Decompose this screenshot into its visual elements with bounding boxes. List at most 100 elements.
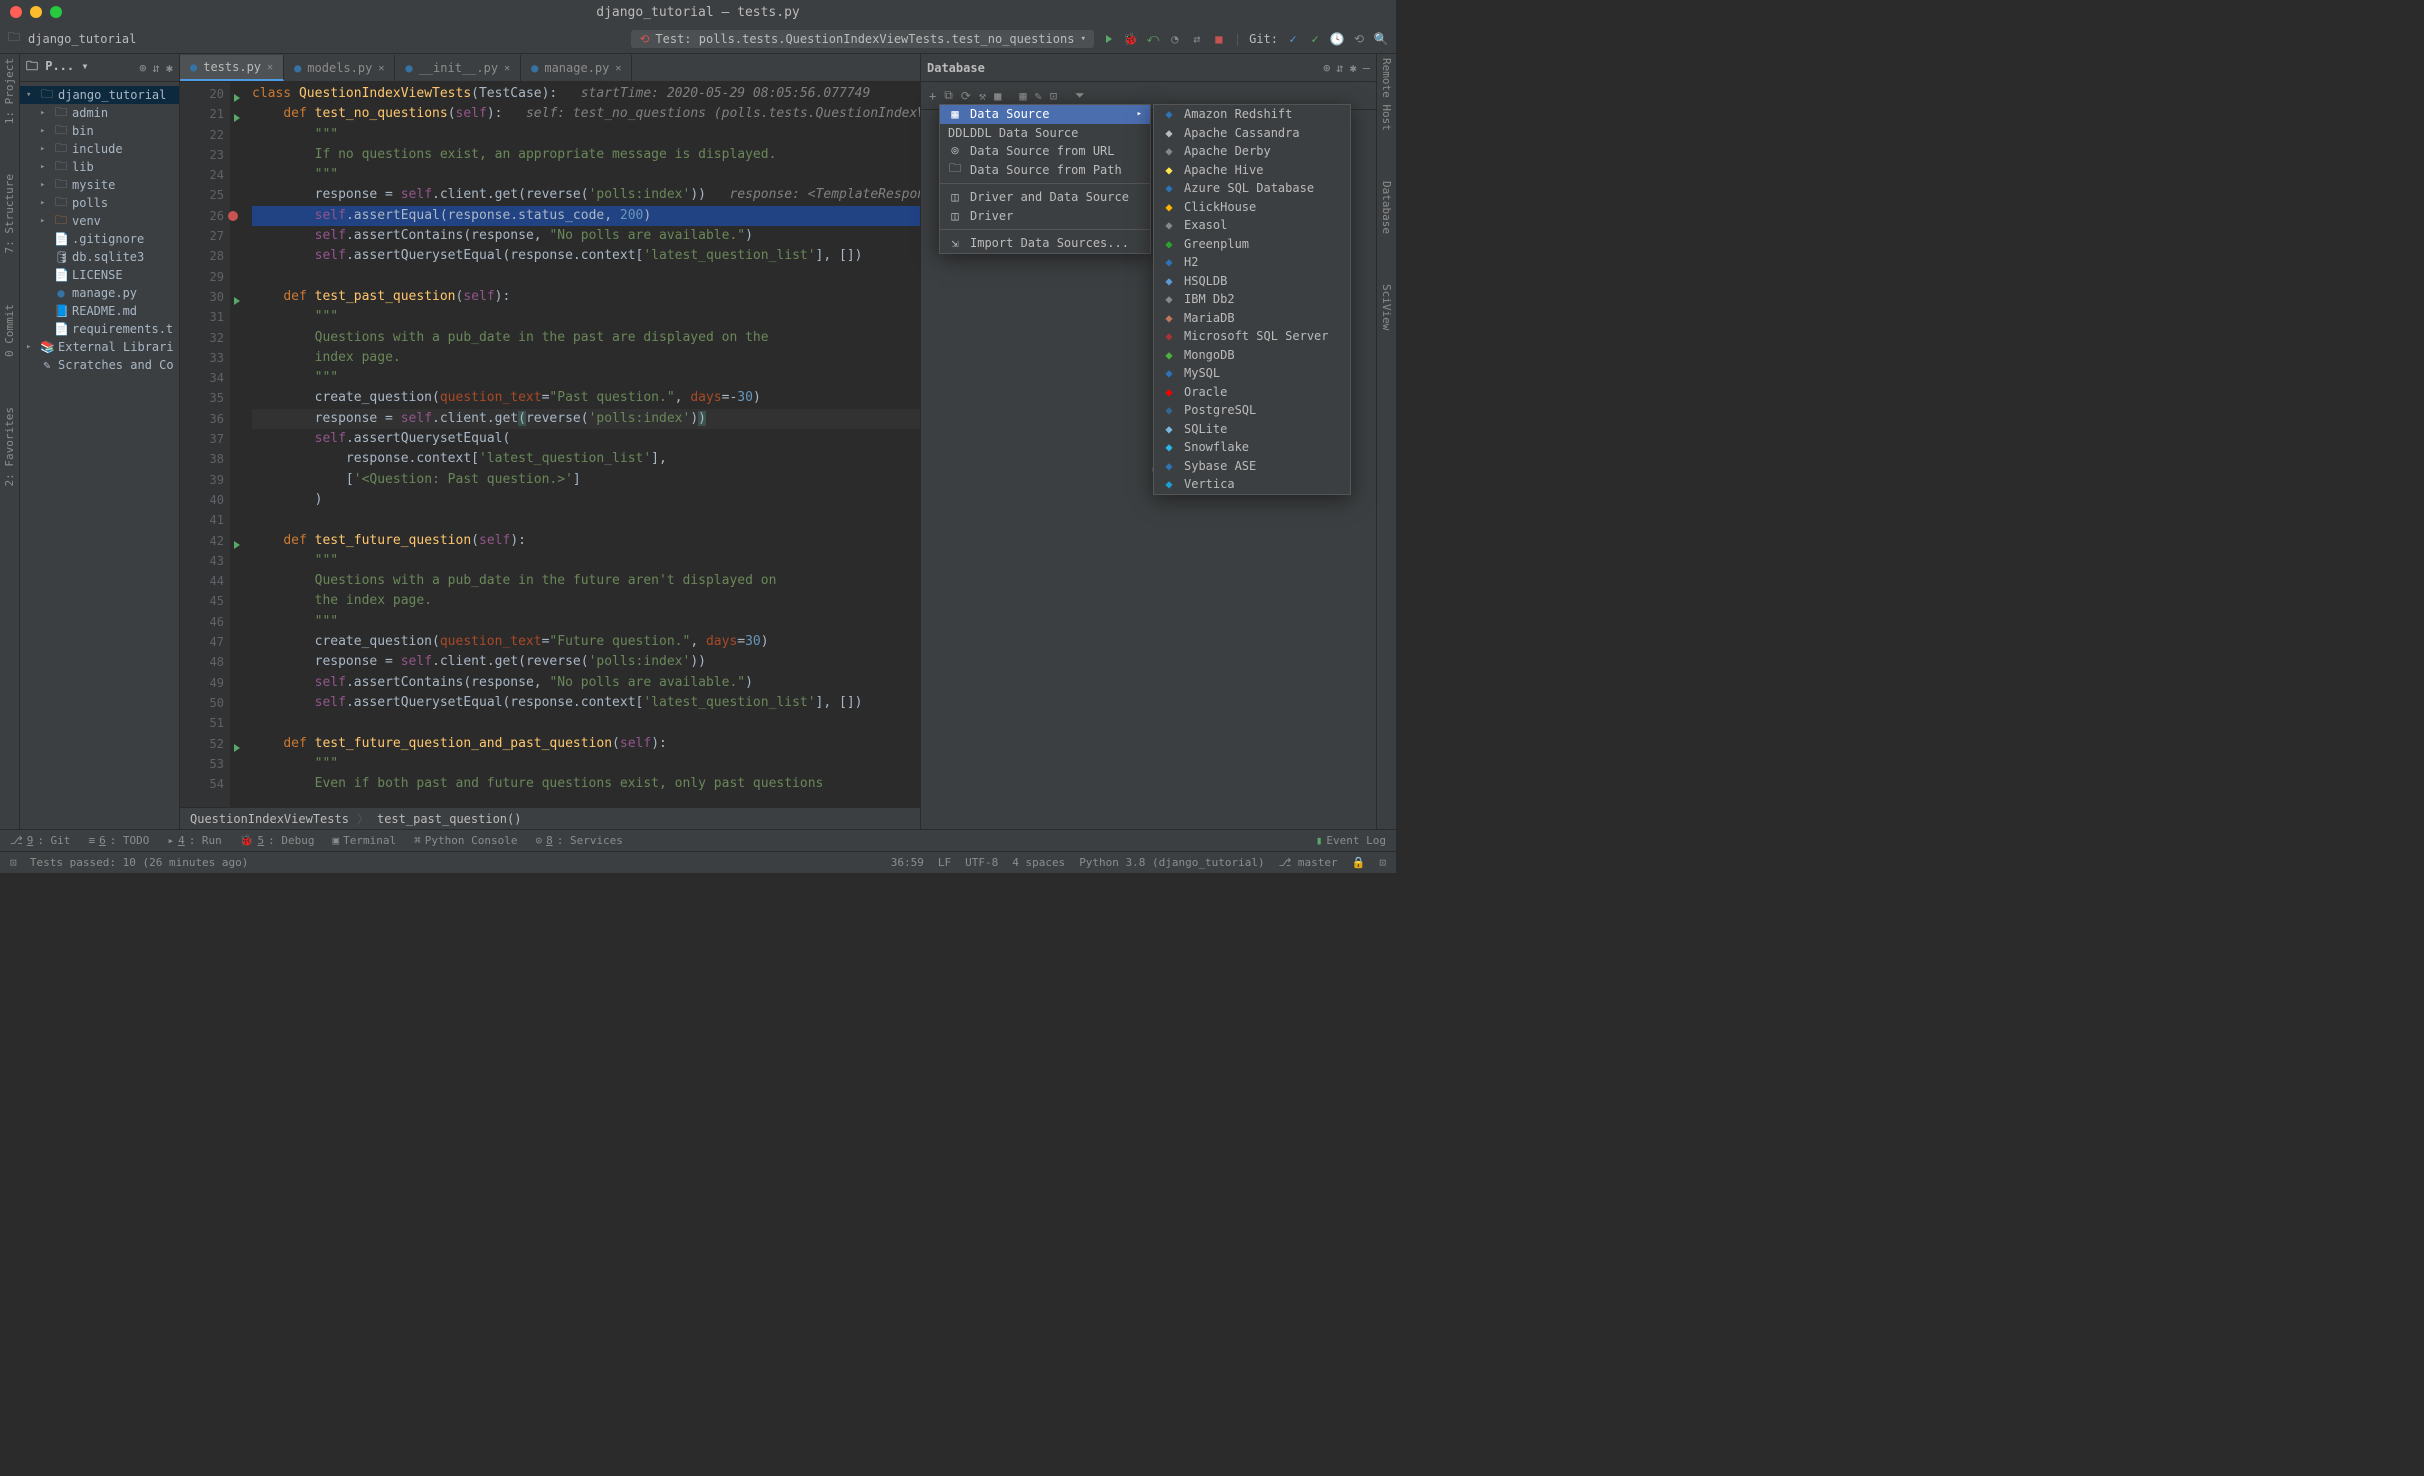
status-cell[interactable]: LF	[938, 856, 951, 869]
tab-models.py[interactable]: ●models.py✕	[284, 55, 395, 81]
tool--todo[interactable]: ≡6: TODO	[88, 834, 149, 847]
rail-sciview[interactable]: SciView	[1380, 284, 1393, 330]
duplicate-icon[interactable]: ⧉	[944, 88, 953, 103]
tree-item[interactable]: ▸🗀lib	[20, 158, 179, 176]
debug-button[interactable]: 🐞	[1124, 32, 1138, 46]
gutter[interactable]: 2021222324252627282930313233343536373839…	[180, 82, 230, 807]
status-cell[interactable]: ⊡	[1379, 856, 1386, 869]
tool--run[interactable]: ▸4: Run	[167, 834, 221, 847]
tab-__init__.py[interactable]: ●__init__.py✕	[395, 55, 521, 81]
dbtype-postgresql[interactable]: ◆PostgreSQL	[1154, 401, 1350, 420]
rail-database[interactable]: Database	[1380, 181, 1393, 234]
status-cell[interactable]: UTF-8	[965, 856, 998, 869]
tree-item[interactable]: 📄.gitignore	[20, 230, 179, 248]
tree-item[interactable]: ●manage.py	[20, 284, 179, 302]
stop-button[interactable]: ■	[1212, 32, 1226, 46]
target-icon[interactable]: ⊕	[139, 61, 146, 75]
dbtype-apache-hive[interactable]: ◆Apache Hive	[1154, 161, 1350, 180]
rail-2-favorites[interactable]: 2: Favorites	[3, 407, 16, 486]
dbtype-exasol[interactable]: ◆Exasol	[1154, 216, 1350, 235]
stop-icon[interactable]: ■	[994, 89, 1001, 103]
dbtype-greenplum[interactable]: ◆Greenplum	[1154, 235, 1350, 254]
dbtype-apache-cassandra[interactable]: ◆Apache Cassandra	[1154, 124, 1350, 143]
dbtype-apache-derby[interactable]: ◆Apache Derby	[1154, 142, 1350, 161]
rollback-icon[interactable]: ⟲	[1352, 32, 1366, 46]
tab-manage.py[interactable]: ●manage.py✕	[521, 55, 632, 81]
zoom-window[interactable]	[50, 6, 62, 18]
menu-import-data-sources-[interactable]: ⇲Import Data Sources...	[940, 234, 1150, 253]
tree-item[interactable]: 🛢db.sqlite3	[20, 248, 179, 266]
tree-item[interactable]: ▸🗀polls	[20, 194, 179, 212]
gear-icon[interactable]: ✱	[1350, 61, 1357, 75]
add-button[interactable]: +	[929, 89, 936, 103]
status-cell[interactable]: 🔒	[1352, 856, 1366, 869]
breadcrumb-root[interactable]: django_tutorial	[28, 32, 136, 46]
rail-0-commit[interactable]: 0 Commit	[3, 304, 16, 357]
editor-breadcrumb[interactable]: QuestionIndexViewTests〉test_past_questio…	[180, 807, 920, 829]
rail-7-structure[interactable]: 7: Structure	[3, 174, 16, 253]
close-tab-icon[interactable]: ✕	[615, 63, 621, 74]
menu-ddl-data-source[interactable]: DDLDDL Data Source	[940, 124, 1150, 143]
dbtype-mariadb[interactable]: ◆MariaDB	[1154, 309, 1350, 328]
menu-data-source-from-path[interactable]: 🗀Data Source from Path	[940, 161, 1150, 180]
dbtype-mysql[interactable]: ◆MySQL	[1154, 364, 1350, 383]
rail-remote-host[interactable]: Remote Host	[1380, 58, 1393, 131]
table-icon[interactable]: ▦	[1019, 89, 1026, 103]
dbtype-oracle[interactable]: ◆Oracle	[1154, 383, 1350, 402]
view-icon[interactable]: ⊡	[1050, 89, 1057, 103]
coverage-button[interactable]: ⤺	[1146, 32, 1160, 46]
status-cell[interactable]: 36:59	[891, 856, 924, 869]
profile-button[interactable]: ◔	[1168, 32, 1182, 46]
status-cell[interactable]: Python 3.8 (django_tutorial)	[1079, 856, 1264, 869]
collapse-icon[interactable]: ⇵	[153, 61, 160, 75]
refresh-icon[interactable]: ⟳	[961, 89, 971, 103]
tree-item[interactable]: ▸🗀bin	[20, 122, 179, 140]
dbtype-amazon-redshift[interactable]: ◆Amazon Redshift	[1154, 105, 1350, 124]
update-project-icon[interactable]: ✓	[1286, 32, 1300, 46]
target-icon[interactable]: ⊕	[1323, 61, 1330, 75]
tool--git[interactable]: ⎇9: Git	[10, 834, 70, 847]
commit-icon[interactable]: ✓	[1308, 32, 1322, 46]
tree-item[interactable]: ▸🗀mysite	[20, 176, 179, 194]
menu-data-source-from-url[interactable]: ⌾Data Source from URL	[940, 142, 1150, 161]
project-tree[interactable]: ▾🗀django_tutorial▸🗀admin▸🗀bin▸🗀include▸🗀…	[20, 82, 179, 378]
status-cell[interactable]: 4 spaces	[1012, 856, 1065, 869]
dbtype-snowflake[interactable]: ◆Snowflake	[1154, 438, 1350, 457]
run-button[interactable]	[1102, 32, 1116, 46]
tree-item[interactable]: 📄requirements.t	[20, 320, 179, 338]
dbtype-vertica[interactable]: ◆Vertica	[1154, 475, 1350, 494]
close-tab-icon[interactable]: ✕	[267, 62, 273, 73]
tree-item[interactable]: 📄LICENSE	[20, 266, 179, 284]
concurrent-button[interactable]: ⇄	[1190, 32, 1204, 46]
dbtype-microsoft-sql-server[interactable]: ◆Microsoft SQL Server	[1154, 327, 1350, 346]
tool-python-console[interactable]: ⌘Python Console	[414, 834, 517, 847]
tree-item[interactable]: ▾🗀django_tutorial	[20, 86, 179, 104]
minimize-icon[interactable]: —	[1363, 61, 1370, 75]
close-window[interactable]	[10, 6, 22, 18]
code-editor[interactable]: class QuestionIndexViewTests(TestCase): …	[230, 82, 920, 807]
close-tab-icon[interactable]: ✕	[504, 63, 510, 74]
tree-item[interactable]: ▸🗀admin	[20, 104, 179, 122]
status-cell[interactable]: ⎇ master	[1279, 856, 1338, 869]
filter-icon[interactable]: ⏷	[1075, 88, 1085, 103]
add-menu-popup[interactable]: ▦Data Source▸DDLDDL Data Source⌾Data Sou…	[939, 104, 1151, 254]
run-configuration-selector[interactable]: ⟲ Test: polls.tests.QuestionIndexViewTes…	[631, 30, 1094, 48]
search-icon[interactable]: 🔍	[1374, 32, 1388, 46]
dbtype-h2[interactable]: ◆H2	[1154, 253, 1350, 272]
tool-window-toggle[interactable]: ⊡	[10, 856, 17, 869]
dbtype-hsqldb[interactable]: ◆HSQLDB	[1154, 272, 1350, 291]
minimize-window[interactable]	[30, 6, 42, 18]
dbtype-azure-sql-database[interactable]: ◆Azure SQL Database	[1154, 179, 1350, 198]
menu-driver[interactable]: ◫Driver	[940, 207, 1150, 226]
close-tab-icon[interactable]: ✕	[378, 63, 384, 74]
history-icon[interactable]: 🕓	[1330, 32, 1344, 46]
event-log-button[interactable]: ▮Event Log	[1316, 834, 1386, 847]
edit-icon[interactable]: ✎	[1035, 89, 1042, 103]
tree-item[interactable]: ✎Scratches and Co	[20, 356, 179, 374]
tab-tests.py[interactable]: ●tests.py✕	[180, 55, 284, 81]
tree-item[interactable]: ▸📚External Librari	[20, 338, 179, 356]
tool--services[interactable]: ⊙8: Services	[535, 834, 622, 847]
dbtype-mongodb[interactable]: ◆MongoDB	[1154, 346, 1350, 365]
dbtype-sqlite[interactable]: ◆SQLite	[1154, 420, 1350, 439]
dbtype-ibm-db2[interactable]: ◆IBM Db2	[1154, 290, 1350, 309]
